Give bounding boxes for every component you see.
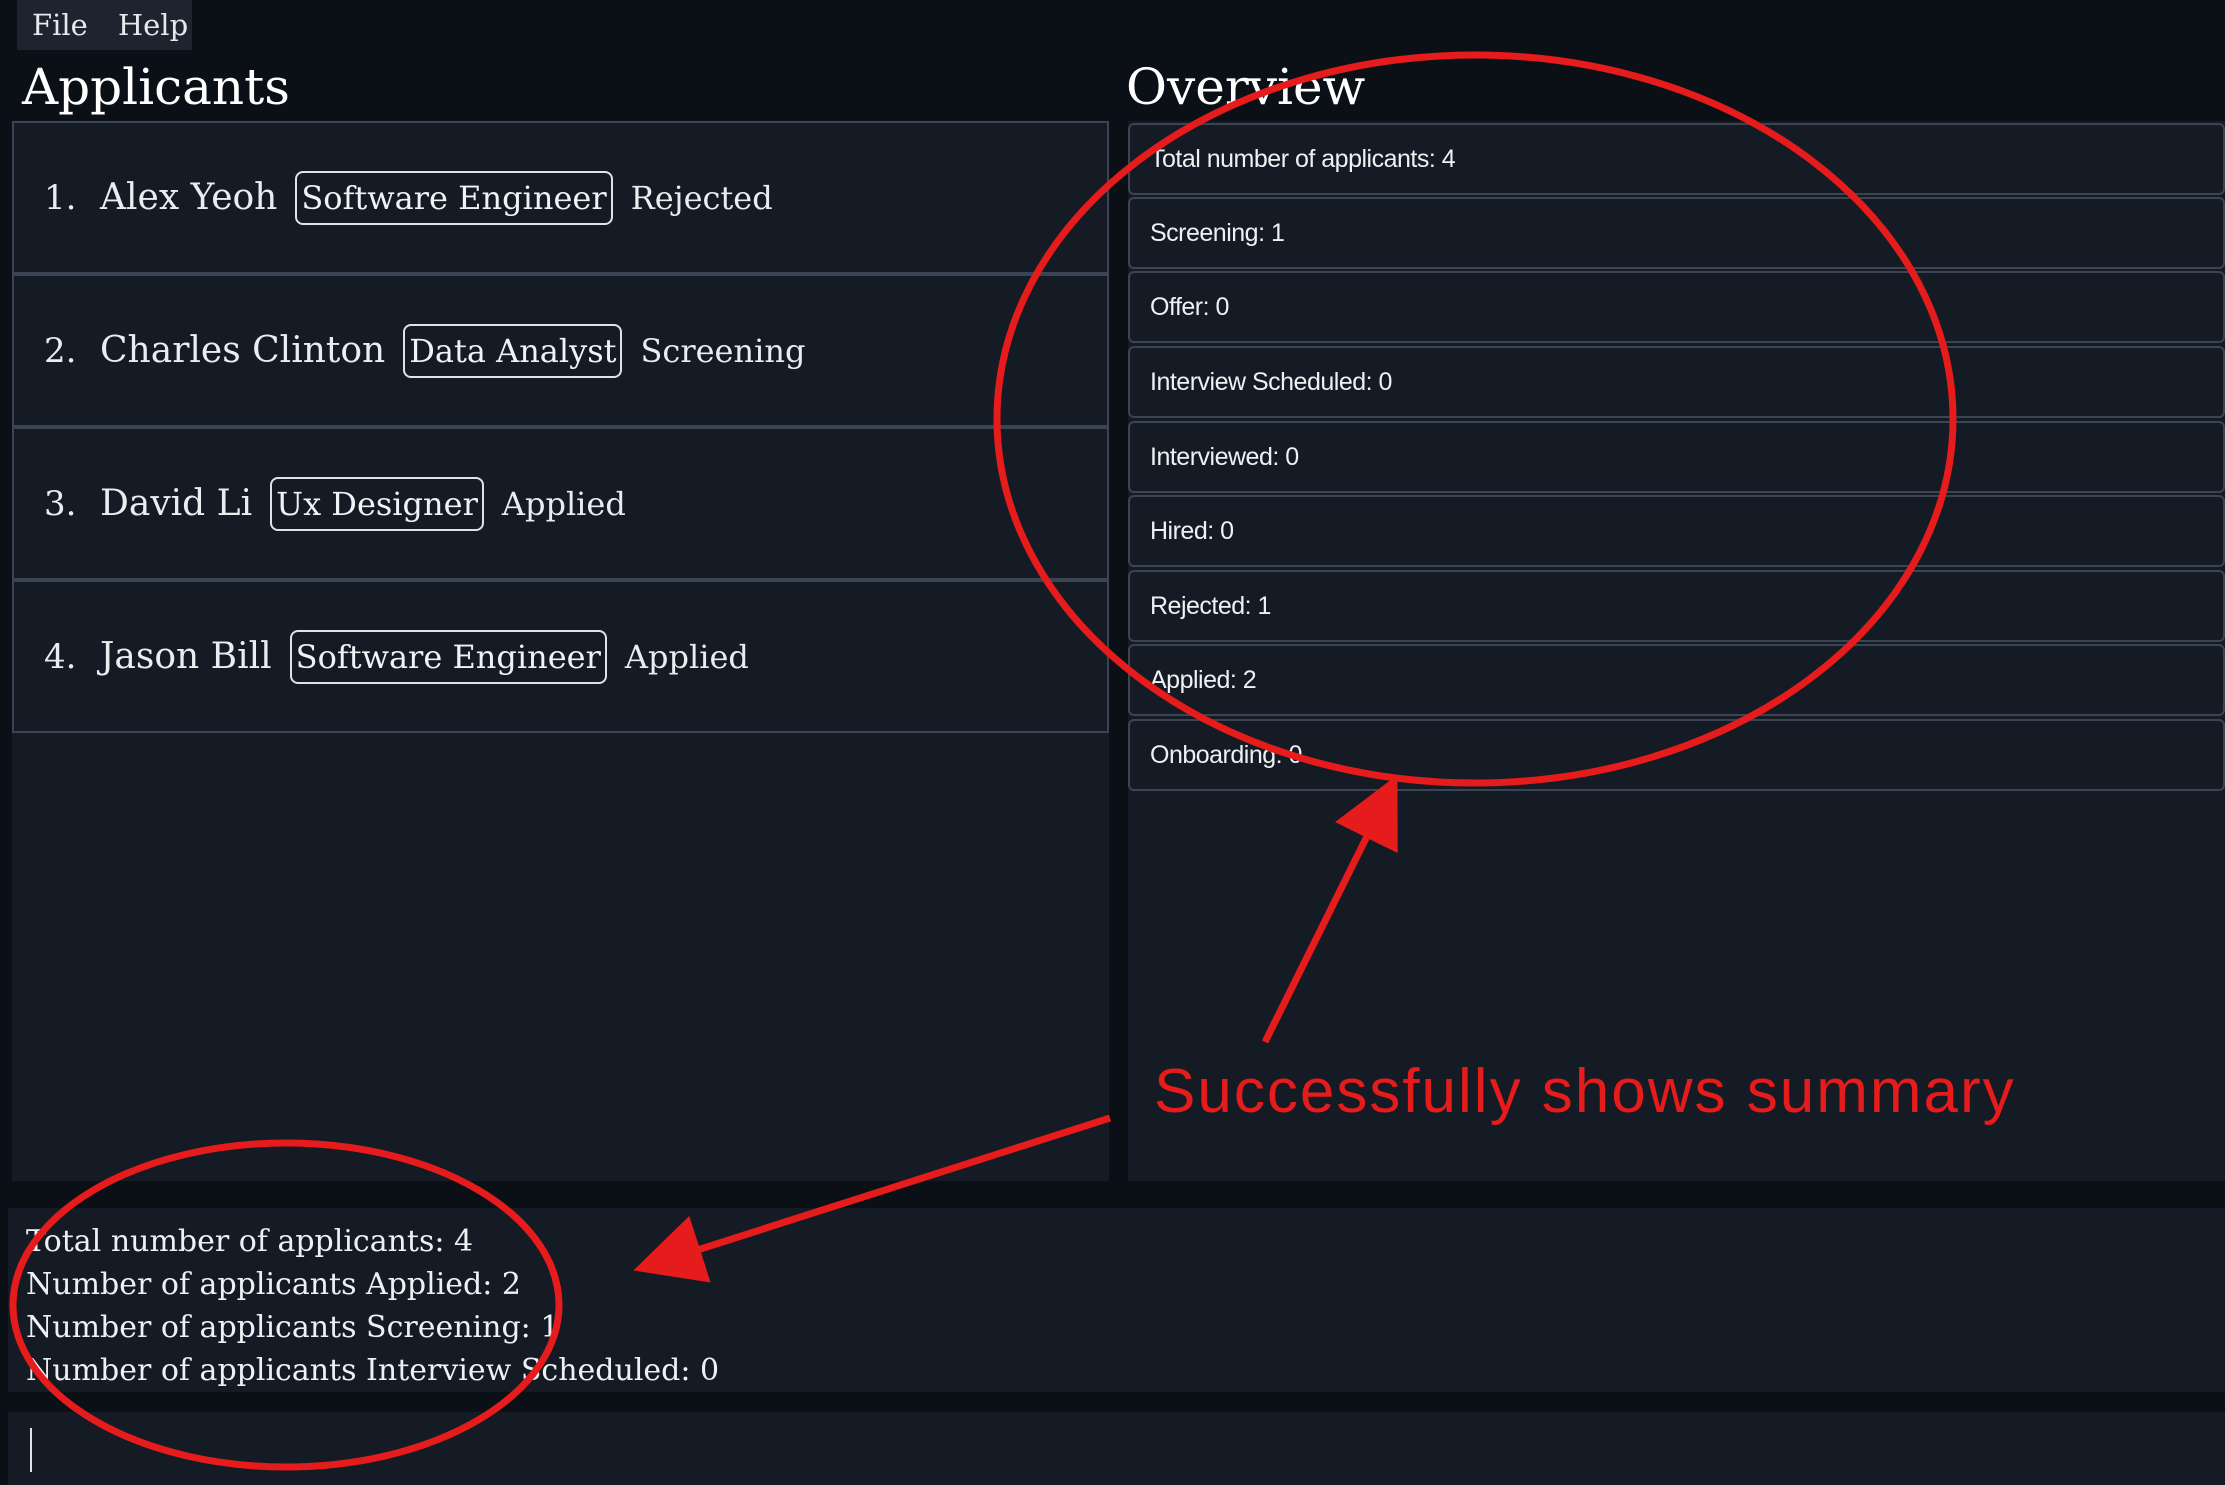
applicant-status: Screening xyxy=(640,331,806,370)
result-line: Number of applicants Applied: 2 xyxy=(26,1267,521,1302)
stat-interviewed: Interviewed: 0 xyxy=(1128,421,2225,493)
stat-applied: Applied: 2 xyxy=(1128,644,2225,716)
stat-interview-scheduled: Interview Scheduled: 0 xyxy=(1128,346,2225,418)
applicant-status: Applied xyxy=(501,484,626,523)
applicant-status: Applied xyxy=(624,637,749,676)
menu-group: File Help xyxy=(17,0,192,50)
stat-offer: Offer: 0 xyxy=(1128,271,2225,343)
stat-screening: Screening: 1 xyxy=(1128,197,2225,269)
overview-title: Overview xyxy=(1126,58,1366,116)
applicant-card[interactable]: 3. David Li Ux Designer Applied xyxy=(12,427,1109,580)
applicants-title: Applicants xyxy=(22,58,290,116)
role-tag: Software Engineer xyxy=(295,170,613,225)
applicant-list: 1. Alex Yeoh Software Engineer Rejected … xyxy=(12,121,1109,1181)
applicant-name: Jason Bill xyxy=(100,636,272,677)
stat-rejected: Rejected: 1 xyxy=(1128,570,2225,642)
role-tag: Ux Designer xyxy=(270,476,484,531)
stat-total: Total number of applicants: 4 xyxy=(1128,123,2225,195)
menu-file[interactable]: File xyxy=(17,8,103,42)
applicant-index: 1. xyxy=(44,177,77,218)
result-line: Number of applicants Screening: 1 xyxy=(26,1310,560,1345)
text-caret xyxy=(30,1428,32,1472)
command-input[interactable] xyxy=(8,1412,2225,1485)
applicant-name: Alex Yeoh xyxy=(100,177,278,218)
overview-panel: Total number of applicants: 4 Screening:… xyxy=(1128,121,2225,1181)
applicant-name: Charles Clinton xyxy=(100,330,386,371)
applicant-index: 4. xyxy=(44,636,77,677)
result-display: Total number of applicants: 4 Number of … xyxy=(8,1208,2225,1392)
applicant-index: 2. xyxy=(44,330,77,371)
applicant-card[interactable]: 2. Charles Clinton Data Analyst Screenin… xyxy=(12,274,1109,427)
result-line: Number of applicants Interview Scheduled… xyxy=(26,1353,720,1388)
applicant-name: David Li xyxy=(100,483,253,524)
stat-hired: Hired: 0 xyxy=(1128,495,2225,567)
annotation-label: Successfully shows summary xyxy=(1154,1057,2016,1126)
menu-help[interactable]: Help xyxy=(103,8,203,42)
stat-onboarding: Onboarding: 0 xyxy=(1128,719,2225,791)
menu-bar: File Help xyxy=(0,0,2225,50)
result-line: Total number of applicants: 4 xyxy=(26,1224,474,1259)
applicant-card[interactable]: 1. Alex Yeoh Software Engineer Rejected xyxy=(12,121,1109,274)
applicant-card[interactable]: 4. Jason Bill Software Engineer Applied xyxy=(12,580,1109,733)
role-tag: Data Analyst xyxy=(403,323,623,378)
applicant-status: Rejected xyxy=(630,178,773,217)
applicant-index: 3. xyxy=(44,483,77,524)
role-tag: Software Engineer xyxy=(289,629,607,684)
